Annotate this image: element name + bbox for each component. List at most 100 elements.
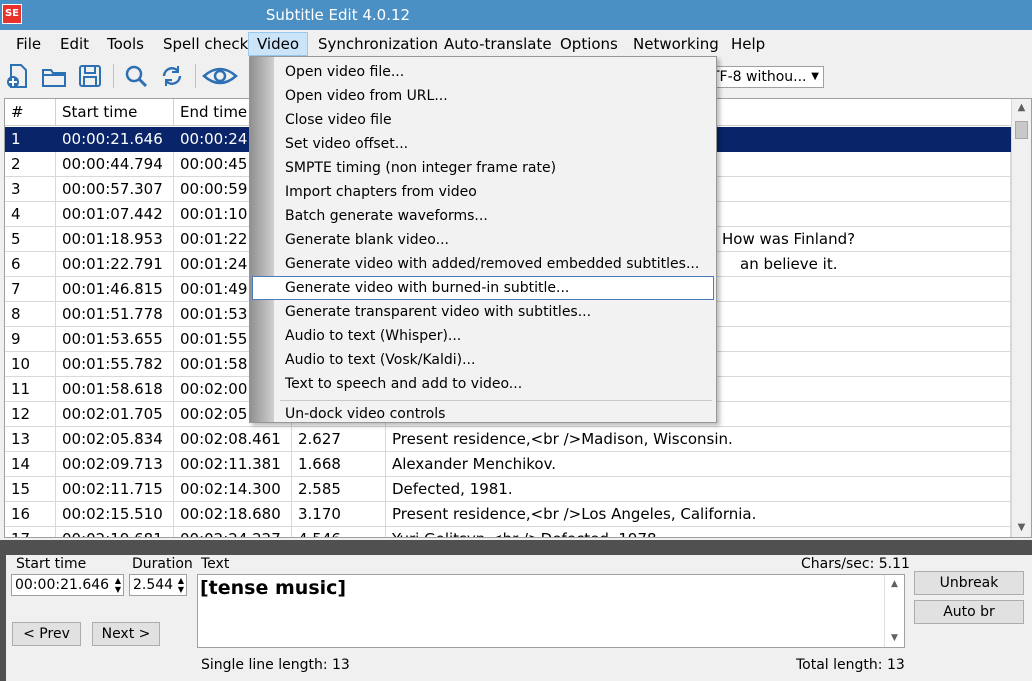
cell-duration: 1.668 — [292, 452, 386, 477]
cell-start-time: 00:00:44.794 — [56, 152, 174, 177]
menu-video[interactable]: Video — [248, 32, 309, 56]
scroll-thumb[interactable] — [1015, 121, 1028, 139]
scroll-up-icon[interactable]: ▲ — [1012, 99, 1031, 117]
video-menu-item[interactable]: Generate blank video... — [252, 228, 714, 252]
grid-vertical-scrollbar[interactable]: ▲ ▼ — [1011, 99, 1031, 537]
cell-number: 9 — [5, 327, 56, 352]
menu-options[interactable]: Options — [552, 32, 626, 56]
column-header-start-time[interactable]: Start time — [56, 99, 174, 126]
new-file-icon[interactable] — [4, 62, 32, 90]
cell-number: 4 — [5, 202, 56, 227]
single-line-length: Single line length: 13 — [201, 657, 350, 673]
video-menu-item[interactable]: Generate transparent video with subtitle… — [252, 300, 714, 324]
video-menu-item[interactable]: Import chapters from video — [252, 180, 714, 204]
menu-synchronization[interactable]: Synchronization — [310, 32, 446, 56]
cell-start-time: 00:01:07.442 — [56, 202, 174, 227]
cell-start-time: 00:01:53.655 — [56, 327, 174, 352]
prev-button[interactable]: < Prev — [12, 622, 81, 646]
table-row[interactable]: 13 00:02:05.834 00:02:08.461 2.627 Present r… — [5, 427, 1011, 452]
video-menu-item[interactable]: Audio to text (Vosk/Kaldi)... — [252, 348, 714, 372]
undock-video-controls-item[interactable]: Un-dock video controls — [252, 402, 714, 426]
video-menu-item[interactable]: Audio to text (Whisper)... — [252, 324, 714, 348]
text-label: Text — [201, 556, 230, 572]
text-scrollbar[interactable]: ▲ ▼ — [884, 575, 904, 647]
menu-help[interactable]: Help — [723, 32, 773, 56]
cell-number: 16 — [5, 502, 56, 527]
cell-start-time: 00:01:55.782 — [56, 352, 174, 377]
spinner-arrows-icon[interactable]: ▲ ▼ — [178, 576, 184, 594]
menu-separator — [280, 400, 712, 401]
column-header-number[interactable]: # — [5, 99, 56, 126]
cell-start-time: 00:02:19.681 — [56, 527, 174, 537]
cell-end-time: 00:02:18.680 — [174, 502, 292, 527]
subtitle-text[interactable]: [tense music] — [200, 577, 346, 599]
title-bar: SE Subtitle Edit 4.0.12 — [0, 0, 1032, 30]
save-icon[interactable] — [76, 62, 104, 90]
chevron-down-icon: ▼ — [811, 71, 819, 82]
cell-number: 15 — [5, 477, 56, 502]
cell-start-time: 00:01:51.778 — [56, 302, 174, 327]
menu-file[interactable]: File — [8, 32, 49, 56]
video-menu-item[interactable]: Batch generate waveforms... — [252, 204, 714, 228]
replace-icon[interactable] — [158, 62, 186, 90]
duration-value: 2.544 — [133, 577, 174, 593]
cell-start-time: 00:02:01.705 — [56, 402, 174, 427]
cell-number: 1 — [5, 127, 56, 152]
spinner-arrows-icon[interactable]: ▲ ▼ — [115, 576, 121, 594]
video-menu-item[interactable]: Generate video with added/removed embedd… — [252, 252, 714, 276]
cell-duration: 3.170 — [292, 502, 386, 527]
next-button[interactable]: Next > — [92, 622, 160, 646]
menu-auto-translate[interactable]: Auto-translate — [436, 32, 560, 56]
menu-spell-check[interactable]: Spell check — [155, 32, 256, 56]
menu-edit[interactable]: Edit — [52, 32, 97, 56]
cell-duration: 4.546 — [292, 527, 386, 537]
open-folder-icon[interactable] — [40, 62, 68, 90]
encoding-select[interactable]: TF-8 withou... ▼ — [706, 66, 824, 88]
cell-number: 5 — [5, 227, 56, 252]
cell-number: 13 — [5, 427, 56, 452]
scroll-down-icon[interactable]: ▼ — [885, 630, 904, 646]
toolbar-separator — [195, 64, 196, 88]
cell-end-time: 00:02:24.227 — [174, 527, 292, 537]
cell-number: 2 — [5, 152, 56, 177]
cell-duration: 2.585 — [292, 477, 386, 502]
video-menu-dropdown: Open video file... Open video from URL...… — [249, 56, 717, 423]
cell-number: 3 — [5, 177, 56, 202]
cell-text: Yuri Golitsyn,<br />Defected, 1978. — [386, 527, 1011, 537]
subtitle-text-editor[interactable]: [tense music] ▲ ▼ — [197, 574, 905, 648]
column-header-end-time[interactable]: End time — [174, 99, 254, 126]
duration-input[interactable]: 2.544 ▲ ▼ — [129, 574, 187, 596]
video-menu-item[interactable]: Generate video with burned-in subtitle..… — [252, 276, 714, 300]
cell-start-time: 00:00:21.646 — [56, 127, 174, 152]
preview-eye-icon[interactable] — [202, 62, 238, 90]
video-menu-item[interactable]: Close video file — [252, 108, 714, 132]
cell-end-time: 00:02:08.461 — [174, 427, 292, 452]
menu-tools[interactable]: Tools — [99, 32, 152, 56]
video-menu-item[interactable]: SMPTE timing (non integer frame rate) — [252, 156, 714, 180]
cell-start-time: 00:01:58.618 — [56, 377, 174, 402]
cell-start-time: 00:01:22.791 — [56, 252, 174, 277]
scroll-up-icon[interactable]: ▲ — [885, 576, 904, 592]
cell-number: 17 — [5, 527, 56, 537]
table-row[interactable]: 16 00:02:15.510 00:02:18.680 3.170 Present r… — [5, 502, 1011, 527]
scroll-down-icon[interactable]: ▼ — [1012, 519, 1031, 537]
edit-panel-frame: Start time Duration Text Chars/sec: 5.11… — [0, 540, 1032, 681]
video-menu-item[interactable]: Open video file... — [252, 60, 714, 84]
table-row[interactable]: 1700:02:19.68100:02:24.2274.546Yuri Goli… — [5, 527, 1011, 537]
cell-duration: 2.627 — [292, 427, 386, 452]
auto-br-button[interactable]: Auto br — [914, 600, 1024, 624]
cell-start-time: 00:02:11.715 — [56, 477, 174, 502]
cell-number: 8 — [5, 302, 56, 327]
unbreak-button[interactable]: Unbreak — [914, 571, 1024, 595]
video-menu-item[interactable]: Text to speech and add to video... — [252, 372, 714, 396]
table-row[interactable]: 15 00:02:11.715 00:02:14.300 2.585 Defected,… — [5, 477, 1011, 502]
chars-per-sec: Chars/sec: 5.11 — [801, 556, 910, 572]
menu-networking[interactable]: Networking — [625, 32, 727, 56]
cell-number: 11 — [5, 377, 56, 402]
video-menu-item[interactable]: Open video from URL... — [252, 84, 714, 108]
table-row[interactable]: 14 00:02:09.713 00:02:11.381 1.668 Alexander… — [5, 452, 1011, 477]
search-icon[interactable] — [122, 62, 150, 90]
video-menu-item[interactable]: Set video offset... — [252, 132, 714, 156]
cell-start-time: 00:02:15.510 — [56, 502, 174, 527]
start-time-input[interactable]: 00:00:21.646 ▲ ▼ — [11, 574, 124, 596]
